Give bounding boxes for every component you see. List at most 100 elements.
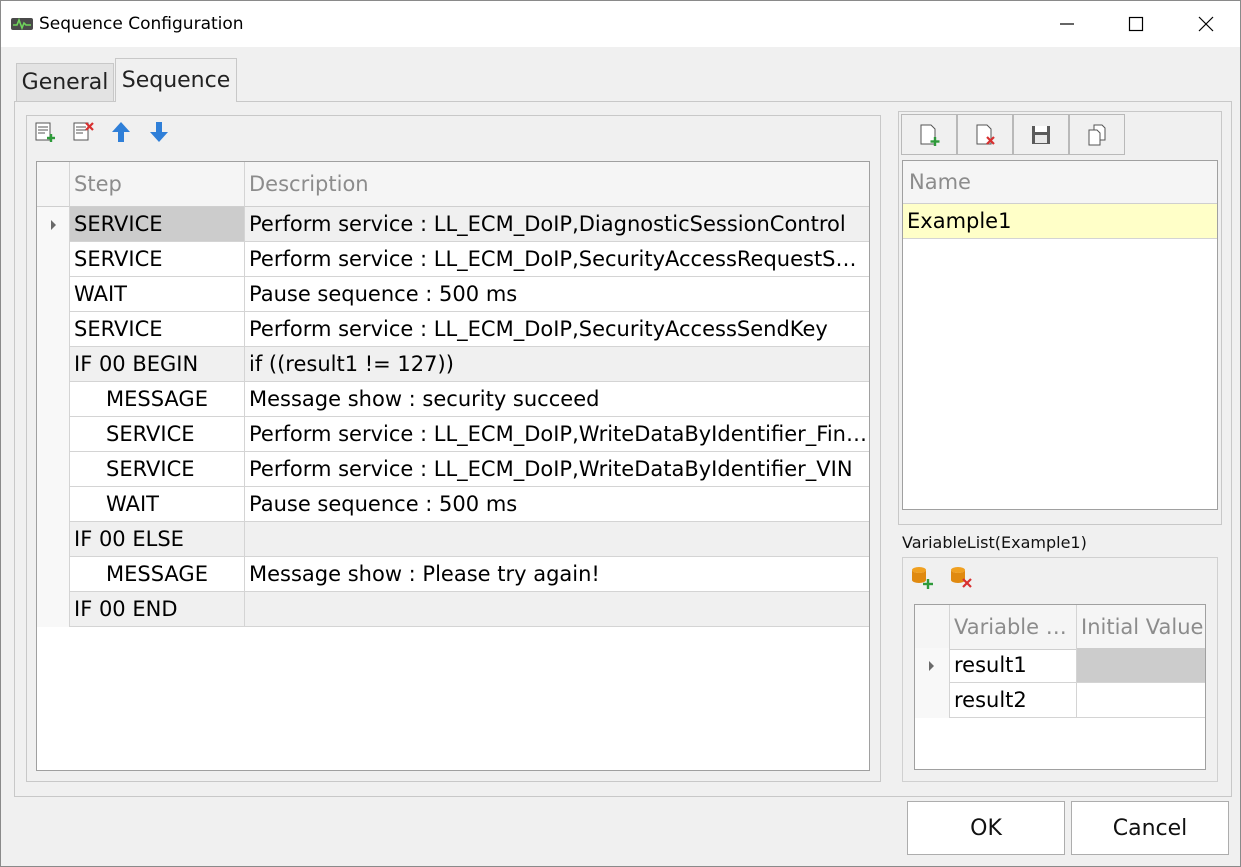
step-cell[interactable]: WAIT xyxy=(70,487,245,522)
table-row[interactable]: MESSAGE Message show : Please try again! xyxy=(37,557,869,592)
description-cell[interactable]: Perform service : LL_ECM_DoIP,SecurityAc… xyxy=(245,242,869,277)
sequence-configuration-window: Sequence Configuration General Sequence xyxy=(0,0,1241,867)
initial-value-cell[interactable] xyxy=(1077,648,1205,683)
maximize-button[interactable] xyxy=(1101,1,1171,47)
app-icon xyxy=(10,14,34,34)
move-up-icon xyxy=(112,122,130,142)
copy-sequence-button[interactable] xyxy=(1069,114,1125,155)
column-header-step[interactable]: Step xyxy=(70,162,245,207)
step-cell[interactable]: SERVICE xyxy=(70,417,245,452)
step-cell[interactable]: IF 00 END xyxy=(70,592,245,627)
ok-button[interactable]: OK xyxy=(907,801,1065,855)
table-row[interactable]: SERVICE Perform service : LL_ECM_DoIP,Se… xyxy=(37,312,869,347)
table-row[interactable]: MESSAGE Message show : security succeed xyxy=(37,382,869,417)
delete-step-icon xyxy=(73,122,94,141)
description-cell[interactable]: Message show : Please try again! xyxy=(245,557,869,592)
current-row-icon xyxy=(929,661,934,671)
close-icon xyxy=(1198,16,1214,32)
table-row[interactable]: result1 xyxy=(915,648,1205,683)
row-indicator xyxy=(915,683,950,718)
table-row[interactable]: SERVICE Perform service : LL_ECM_DoIP,Di… xyxy=(37,207,869,242)
table-row[interactable]: IF 00 BEGIN if ((result1 != 127)) xyxy=(37,347,869,382)
description-cell[interactable]: Perform service : LL_ECM_DoIP,WriteDataB… xyxy=(245,417,869,452)
row-indicator xyxy=(915,648,950,683)
move-up-button[interactable] xyxy=(108,119,134,145)
description-cell[interactable] xyxy=(245,522,869,557)
description-cell[interactable]: if ((result1 != 127)) xyxy=(245,347,869,382)
table-row[interactable]: SERVICE Perform service : LL_ECM_DoIP,Wr… xyxy=(37,452,869,487)
row-indicator-header xyxy=(915,605,950,650)
add-variable-button[interactable] xyxy=(909,564,935,590)
step-cell[interactable]: SERVICE xyxy=(70,207,245,242)
add-step-button[interactable] xyxy=(32,119,58,145)
window-title: Sequence Configuration xyxy=(39,14,244,34)
row-indicator xyxy=(37,242,70,277)
add-step-icon xyxy=(35,122,55,142)
variable-list-label: VariableList(Example1) xyxy=(902,533,1087,552)
table-header: Step Description xyxy=(37,162,869,207)
step-cell[interactable]: IF 00 ELSE xyxy=(70,522,245,557)
row-indicator xyxy=(37,347,70,382)
step-cell[interactable]: MESSAGE xyxy=(70,382,245,417)
close-button[interactable] xyxy=(1171,1,1241,47)
table-row[interactable]: WAIT Pause sequence : 500 ms xyxy=(37,277,869,312)
title-bar[interactable]: Sequence Configuration xyxy=(1,1,1240,47)
step-cell[interactable]: WAIT xyxy=(70,277,245,312)
table-row[interactable]: IF 00 ELSE xyxy=(37,522,869,557)
row-indicator xyxy=(37,452,70,487)
save-icon xyxy=(1032,125,1050,144)
table-row[interactable]: SERVICE Perform service : LL_ECM_DoIP,Se… xyxy=(37,242,869,277)
minimize-button[interactable] xyxy=(1032,1,1102,47)
table-row[interactable]: SERVICE Perform service : LL_ECM_DoIP,Wr… xyxy=(37,417,869,452)
step-cell[interactable]: SERVICE xyxy=(70,452,245,487)
variable-table[interactable]: Variable Name Initial Value result1 resu… xyxy=(914,604,1206,770)
description-cell[interactable] xyxy=(245,592,869,627)
description-cell[interactable]: Perform service : LL_ECM_DoIP,Diagnostic… xyxy=(245,207,869,242)
move-down-button[interactable] xyxy=(146,119,172,145)
delete-variable-icon xyxy=(951,567,972,588)
delete-sequence-icon xyxy=(976,124,995,145)
column-header-name[interactable]: Name xyxy=(903,161,1217,204)
current-row-icon xyxy=(51,220,56,230)
new-sequence-icon xyxy=(920,124,940,146)
table-row[interactable]: WAIT Pause sequence : 500 ms xyxy=(37,487,869,522)
column-header-initial-value[interactable]: Initial Value xyxy=(1077,605,1205,650)
table-header: Variable Name Initial Value xyxy=(915,605,1205,650)
step-cell[interactable]: SERVICE xyxy=(70,242,245,277)
row-indicator xyxy=(37,277,70,312)
variable-name-cell[interactable]: result2 xyxy=(950,683,1077,718)
sequence-list[interactable]: Name Example1 xyxy=(902,160,1218,510)
column-header-variable-name[interactable]: Variable Name xyxy=(950,605,1077,650)
sequence-table[interactable]: Step Description SERVICE Perform service… xyxy=(36,161,870,771)
maximize-icon xyxy=(1128,16,1144,32)
delete-step-button[interactable] xyxy=(70,119,96,145)
delete-variable-button[interactable] xyxy=(948,564,974,590)
description-cell[interactable]: Message show : security succeed xyxy=(245,382,869,417)
column-header-description[interactable]: Description xyxy=(245,162,869,207)
list-item[interactable]: Example1 xyxy=(903,204,1217,239)
move-down-icon xyxy=(150,122,168,142)
table-row[interactable]: IF 00 END xyxy=(37,592,869,627)
variable-name-cell[interactable]: result1 xyxy=(950,648,1077,683)
copy-icon xyxy=(1088,124,1106,145)
step-cell[interactable]: IF 00 BEGIN xyxy=(70,347,245,382)
tab-sequence[interactable]: Sequence xyxy=(115,58,237,102)
description-cell[interactable]: Perform service : LL_ECM_DoIP,SecurityAc… xyxy=(245,312,869,347)
save-sequence-button[interactable] xyxy=(1013,114,1069,155)
row-indicator xyxy=(37,207,70,242)
table-row[interactable]: result2 xyxy=(915,683,1205,718)
row-indicator xyxy=(37,592,70,627)
cancel-button[interactable]: Cancel xyxy=(1071,801,1229,855)
description-cell[interactable]: Perform service : LL_ECM_DoIP,WriteDataB… xyxy=(245,452,869,487)
delete-sequence-button[interactable] xyxy=(957,114,1013,155)
description-cell[interactable]: Pause sequence : 500 ms xyxy=(245,277,869,312)
step-cell[interactable]: MESSAGE xyxy=(70,557,245,592)
row-indicator-header xyxy=(37,162,70,207)
tab-general[interactable]: General xyxy=(16,63,114,101)
minimize-icon xyxy=(1060,23,1074,25)
initial-value-cell[interactable] xyxy=(1077,683,1205,718)
row-indicator xyxy=(37,557,70,592)
step-cell[interactable]: SERVICE xyxy=(70,312,245,347)
description-cell[interactable]: Pause sequence : 500 ms xyxy=(245,487,869,522)
new-sequence-button[interactable] xyxy=(901,114,957,155)
